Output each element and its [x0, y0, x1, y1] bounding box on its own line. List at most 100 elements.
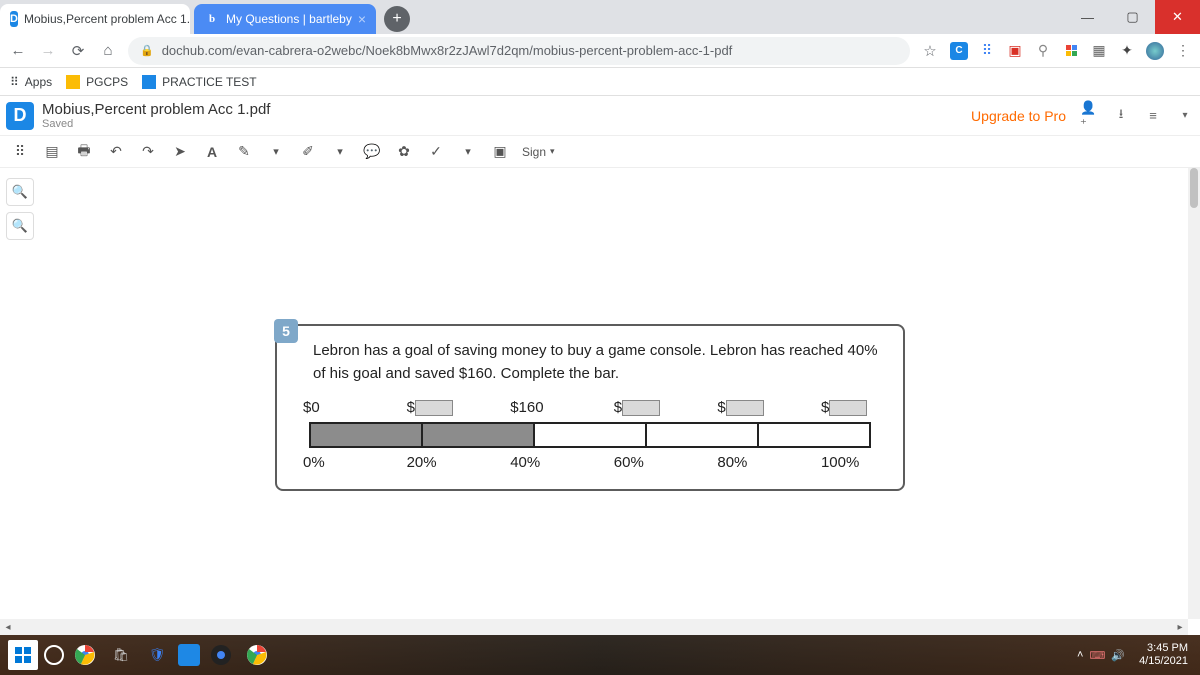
ext-icon-cast[interactable]: ▦ [1090, 42, 1108, 60]
ext-icon-translate[interactable]: ⠿ [978, 42, 996, 60]
maximize-button[interactable]: ▢ [1110, 0, 1155, 34]
url-text: dochub.com/evan-cabrera-o2webc/Noek8bMwx… [162, 43, 733, 58]
system-clock[interactable]: 3:45 PM 4/15/2021 [1139, 642, 1188, 668]
ext-icon-grid[interactable] [1062, 42, 1080, 60]
top-label[interactable]: $ [717, 399, 821, 416]
dochub-header: D Mobius,Percent problem Acc 1.pdf Saved… [0, 96, 1200, 136]
taskbar-icon-security[interactable]: 🛡 [142, 640, 172, 670]
zoom-out-button[interactable]: 🔍 [6, 212, 34, 240]
start-button[interactable] [8, 640, 38, 670]
forward-button[interactable]: → [38, 41, 58, 61]
bookmark-practice[interactable]: PRACTICE TEST [142, 75, 256, 89]
blank-input[interactable] [415, 400, 453, 416]
scroll-left-icon[interactable]: ◂ [0, 622, 16, 633]
undo-icon[interactable]: ↶ [106, 142, 126, 162]
chevron-down-icon[interactable]: ▾ [330, 142, 350, 162]
blank-input[interactable] [622, 400, 660, 416]
tab-bartleby[interactable]: b My Questions | bartleby × [194, 4, 376, 34]
ext-icon-video[interactable]: ▣ [1006, 42, 1024, 60]
add-user-icon[interactable]: 👤⁺ [1080, 107, 1098, 125]
download-icon[interactable]: ⭳ [1112, 107, 1130, 125]
star-icon[interactable]: ☆ [920, 41, 940, 61]
bar-segment [647, 424, 759, 446]
minimize-button[interactable]: — [1065, 0, 1110, 34]
taskbar-icon-chrome-2[interactable] [242, 640, 272, 670]
lock-icon: 🔒 [140, 44, 154, 57]
tray-input-icon[interactable]: ⌨ [1089, 649, 1105, 662]
taskbar-icon-app2[interactable] [206, 640, 236, 670]
vertical-scrollbar[interactable]: ▴ [1188, 168, 1200, 619]
scroll-right-icon[interactable]: ▸ [1172, 622, 1188, 633]
print-icon[interactable]: 🖶 [74, 142, 94, 162]
save-status: Saved [42, 118, 270, 130]
ext-icon-avatar[interactable] [1146, 42, 1164, 60]
bar-segment [535, 424, 647, 446]
highlight-icon[interactable]: ✐ [298, 142, 318, 162]
redo-icon[interactable]: ↷ [138, 142, 158, 162]
taskbar-icon-store[interactable]: 🛍 [106, 640, 136, 670]
ext-icon-puzzle[interactable]: ✦ [1118, 42, 1136, 60]
bookmark-label: PGCPS [86, 75, 128, 89]
taskbar-icon-cortana[interactable] [44, 645, 64, 665]
check-icon[interactable]: ✓ [426, 142, 446, 162]
pages-icon[interactable]: ▤ [42, 142, 62, 162]
apps-label: Apps [25, 75, 52, 89]
extensions: C ⠿ ▣ ⚲ ▦ ✦ ⋮ [950, 42, 1192, 60]
document-title: Mobius,Percent problem Acc 1.pdf [42, 101, 270, 118]
cursor-icon[interactable]: ➤ [170, 142, 190, 162]
bookmark-pgcps[interactable]: PGCPS [66, 75, 128, 89]
stamp-icon[interactable]: ✿ [394, 142, 414, 162]
top-label[interactable]: $ [407, 399, 511, 416]
top-label[interactable]: $ [821, 399, 871, 416]
blank-input[interactable] [829, 400, 867, 416]
bar-segment [423, 424, 535, 446]
doc-icon [142, 75, 156, 89]
apps-button[interactable]: ⠿Apps [10, 75, 52, 89]
comment-icon[interactable]: 💬 [362, 142, 382, 162]
sign-label: Sign [522, 145, 546, 159]
url-input[interactable]: 🔒 dochub.com/evan-cabrera-o2webc/Noek8bM… [128, 37, 910, 65]
chevron-down-icon[interactable]: ▾ [266, 142, 286, 162]
favicon-b-icon: b [204, 11, 220, 27]
top-label: $0 [303, 399, 407, 416]
taskbar-icon-chrome[interactable] [70, 640, 100, 670]
upgrade-link[interactable]: Upgrade to Pro [971, 108, 1066, 124]
question-text: Lebron has a goal of saving money to buy… [313, 340, 885, 385]
image-icon[interactable]: ▣ [490, 142, 510, 162]
close-window-button[interactable]: ✕ [1155, 0, 1200, 34]
new-tab-button[interactable]: + [384, 6, 410, 32]
reload-button[interactable]: ⟳ [68, 41, 88, 61]
scroll-up-icon[interactable]: ▴ [1188, 170, 1200, 181]
bottom-label: 0% [303, 454, 407, 471]
draw-icon[interactable]: ✎ [234, 142, 254, 162]
progress-bar-chart: $0 $ $160 $ $ $ 0% 20% 40% 60% 80% 100% [309, 399, 871, 471]
chevron-down-icon[interactable]: ▾ [458, 142, 478, 162]
blank-input[interactable] [726, 400, 764, 416]
home-button[interactable]: ⌂ [98, 41, 118, 61]
menu-icon[interactable]: ≡ [1144, 107, 1162, 125]
tab-mobius[interactable]: D Mobius,Percent problem Acc 1.p × [0, 4, 190, 34]
top-label[interactable]: $ [614, 399, 718, 416]
zoom-in-button[interactable]: 🔍 [6, 178, 34, 206]
grid-icon[interactable]: ⠿ [10, 142, 30, 162]
chrome-menu-button[interactable]: ⋮ [1174, 42, 1192, 60]
tray-volume-icon[interactable]: 🔊 [1111, 649, 1125, 662]
horizontal-scrollbar[interactable]: ◂ ▸ [0, 619, 1188, 635]
back-button[interactable]: ← [8, 41, 28, 61]
ext-icon-wand[interactable]: ⚲ [1034, 42, 1052, 60]
tab-label: My Questions | bartleby [226, 12, 352, 26]
clock-time: 3:45 PM [1139, 642, 1188, 655]
taskbar-icon-app[interactable] [178, 644, 200, 666]
close-icon[interactable]: × [358, 11, 366, 27]
bar-segment [759, 424, 869, 446]
dochub-logo-icon[interactable]: D [6, 102, 34, 130]
window-controls: — ▢ ✕ [1065, 0, 1200, 34]
sign-button[interactable]: Sign▾ [522, 145, 555, 159]
address-bar: ← → ⟳ ⌂ 🔒 dochub.com/evan-cabrera-o2webc… [0, 34, 1200, 68]
bookmarks-bar: ⠿Apps PGCPS PRACTICE TEST [0, 68, 1200, 96]
text-tool-icon[interactable]: A [202, 142, 222, 162]
ext-icon-c[interactable]: C [950, 42, 968, 60]
chevron-down-icon[interactable]: ▾ [1176, 107, 1194, 125]
tray-chevron-icon[interactable]: ˄ [1077, 649, 1083, 661]
top-label: $160 [510, 399, 614, 416]
